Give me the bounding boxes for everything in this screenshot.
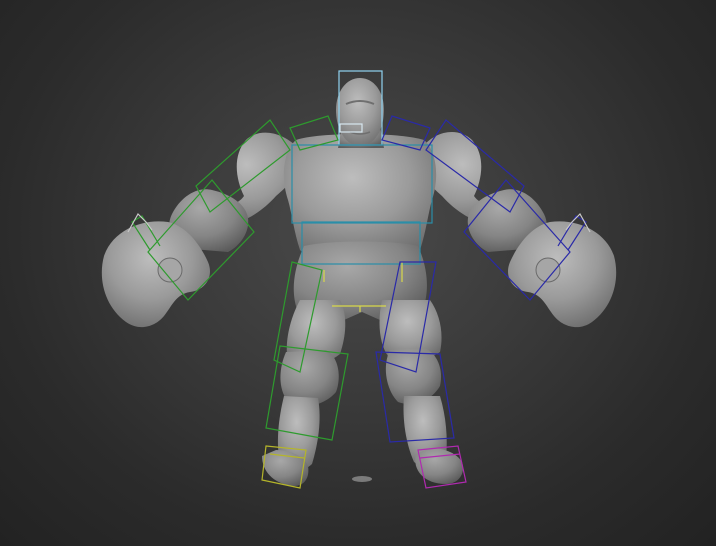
ground-shadow bbox=[352, 476, 372, 482]
torso bbox=[283, 134, 437, 259]
scene-canvas[interactable] bbox=[0, 0, 716, 546]
head bbox=[336, 78, 384, 146]
3d-viewport[interactable] bbox=[0, 0, 716, 546]
character-mesh[interactable] bbox=[101, 78, 617, 486]
right-foot bbox=[415, 448, 464, 484]
right-knee bbox=[385, 348, 442, 405]
